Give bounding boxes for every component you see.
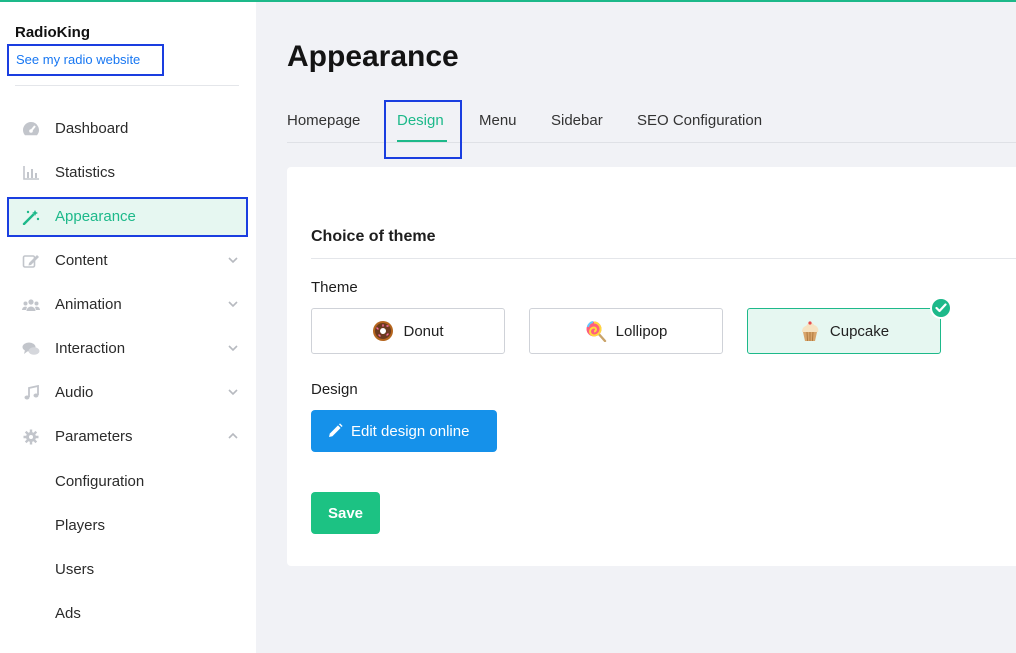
- edit-design-label: Edit design online: [351, 422, 470, 440]
- sidebar-item-interaction[interactable]: Interaction: [7, 329, 248, 369]
- lollipop-icon: [586, 321, 606, 342]
- section-divider: [311, 258, 1016, 259]
- sidebar-divider: [15, 85, 239, 86]
- tab-homepage[interactable]: Homepage: [287, 112, 360, 129]
- sidebar-subitem-users[interactable]: Users: [55, 561, 94, 578]
- chevron-down-icon: [228, 301, 238, 308]
- tab-design-highlight: [384, 100, 462, 159]
- save-button[interactable]: Save: [311, 492, 380, 534]
- tab-bar: Homepage Design Menu Sidebar SEO Configu…: [287, 100, 1016, 159]
- sidebar-item-content[interactable]: Content: [7, 241, 248, 281]
- design-label: Design: [311, 381, 358, 398]
- gear-icon: [23, 429, 39, 445]
- sidebar-item-label: Interaction: [55, 340, 126, 357]
- tab-seo-configuration[interactable]: SEO Configuration: [637, 112, 762, 129]
- sidebar: RadioKing See my radio website Dashboard…: [0, 0, 256, 653]
- theme-settings-card: Choice of theme Theme Donut Lollipop Cup…: [287, 167, 1016, 566]
- tab-design[interactable]: Design: [397, 112, 444, 129]
- sidebar-subitem-players[interactable]: Players: [55, 517, 105, 534]
- sidebar-item-audio[interactable]: Audio: [7, 373, 248, 413]
- sidebar-item-animation[interactable]: Animation: [7, 285, 248, 325]
- theme-donut-button[interactable]: Donut: [311, 308, 505, 354]
- chevron-up-icon: [228, 432, 238, 439]
- pencil-icon: [329, 423, 343, 437]
- tab-menu[interactable]: Menu: [479, 112, 517, 129]
- theme-label-lollipop: Lollipop: [615, 322, 668, 340]
- magic-wand-icon: [22, 210, 40, 225]
- sidebar-item-dashboard[interactable]: Dashboard: [7, 109, 248, 149]
- sidebar-item-label: Statistics: [55, 164, 116, 181]
- theme-cupcake-button[interactable]: Cupcake: [747, 297, 952, 354]
- sidebar-item-label: Animation: [55, 296, 122, 313]
- see-website-link[interactable]: See my radio website: [7, 44, 164, 76]
- sidebar-item-parameters[interactable]: Parameters: [7, 417, 248, 457]
- sidebar-item-label: Content: [55, 252, 108, 269]
- section-title: Choice of theme: [311, 228, 436, 245]
- active-tab-indicator: [397, 140, 447, 142]
- selected-check-icon: [930, 297, 952, 319]
- users-icon: [22, 299, 40, 311]
- chevron-down-icon: [228, 345, 238, 352]
- bar-chart-icon: [23, 166, 39, 180]
- sidebar-item-label: Parameters: [55, 428, 133, 445]
- top-accent-line: [0, 0, 1016, 2]
- music-note-icon: [24, 385, 39, 400]
- tab-sidebar[interactable]: Sidebar: [551, 112, 603, 129]
- cupcake-icon: [801, 321, 819, 342]
- sidebar-item-statistics[interactable]: Statistics: [7, 153, 248, 193]
- chevron-down-icon: [228, 389, 238, 396]
- sidebar-subitem-ads[interactable]: Ads: [55, 605, 81, 622]
- sidebar-subitem-configuration[interactable]: Configuration: [55, 473, 144, 490]
- sidebar-item-label: Audio: [55, 384, 94, 401]
- sidebar-item-label: Appearance: [55, 208, 136, 225]
- theme-label-donut: Donut: [403, 322, 444, 340]
- theme-lollipop-button[interactable]: Lollipop: [529, 308, 723, 354]
- edit-design-online-button[interactable]: Edit design online: [311, 410, 497, 452]
- theme-label: Theme: [311, 279, 358, 296]
- gauge-icon: [23, 122, 39, 136]
- sidebar-item-appearance[interactable]: Appearance: [7, 197, 248, 237]
- chat-icon: [22, 342, 40, 355]
- edit-icon: [22, 255, 39, 268]
- sidebar-item-label: Dashboard: [55, 120, 129, 137]
- brand-name: RadioKing: [15, 24, 90, 41]
- chevron-down-icon: [228, 257, 238, 264]
- donut-icon: [373, 321, 394, 341]
- page-title: Appearance: [287, 40, 459, 73]
- theme-label-cupcake: Cupcake: [829, 322, 890, 340]
